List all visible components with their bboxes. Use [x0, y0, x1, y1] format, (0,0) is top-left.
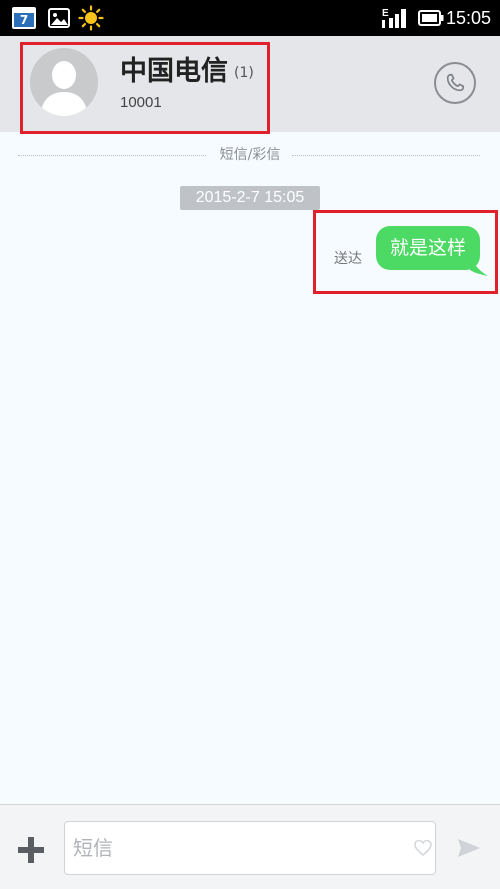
gallery-icon: [48, 8, 70, 28]
status-time: 15:05: [446, 8, 492, 28]
battery-icon: [418, 10, 444, 26]
calendar-icon: 7: [12, 7, 36, 29]
divider-left: [18, 155, 206, 156]
divider-right: [292, 155, 480, 156]
message-timestamp: 2015-2-7 15:05: [180, 186, 320, 210]
signal-icon: E: [382, 8, 406, 28]
composer-bar: [0, 804, 500, 889]
header-highlight-box: [20, 42, 270, 134]
message-highlight-box: [313, 210, 498, 294]
channel-label: 短信/彩信: [219, 147, 281, 163]
sun-icon: [78, 5, 104, 31]
status-bar: 7 E 15:05: [0, 0, 500, 36]
signal-label: E: [382, 8, 389, 19]
calendar-day: 7: [19, 13, 29, 27]
heart-icon[interactable]: [414, 839, 432, 857]
message-input[interactable]: [64, 821, 436, 875]
call-button[interactable]: [434, 62, 476, 104]
phone-icon: [446, 73, 465, 92]
send-icon[interactable]: [456, 837, 482, 859]
plus-icon[interactable]: [16, 835, 46, 865]
